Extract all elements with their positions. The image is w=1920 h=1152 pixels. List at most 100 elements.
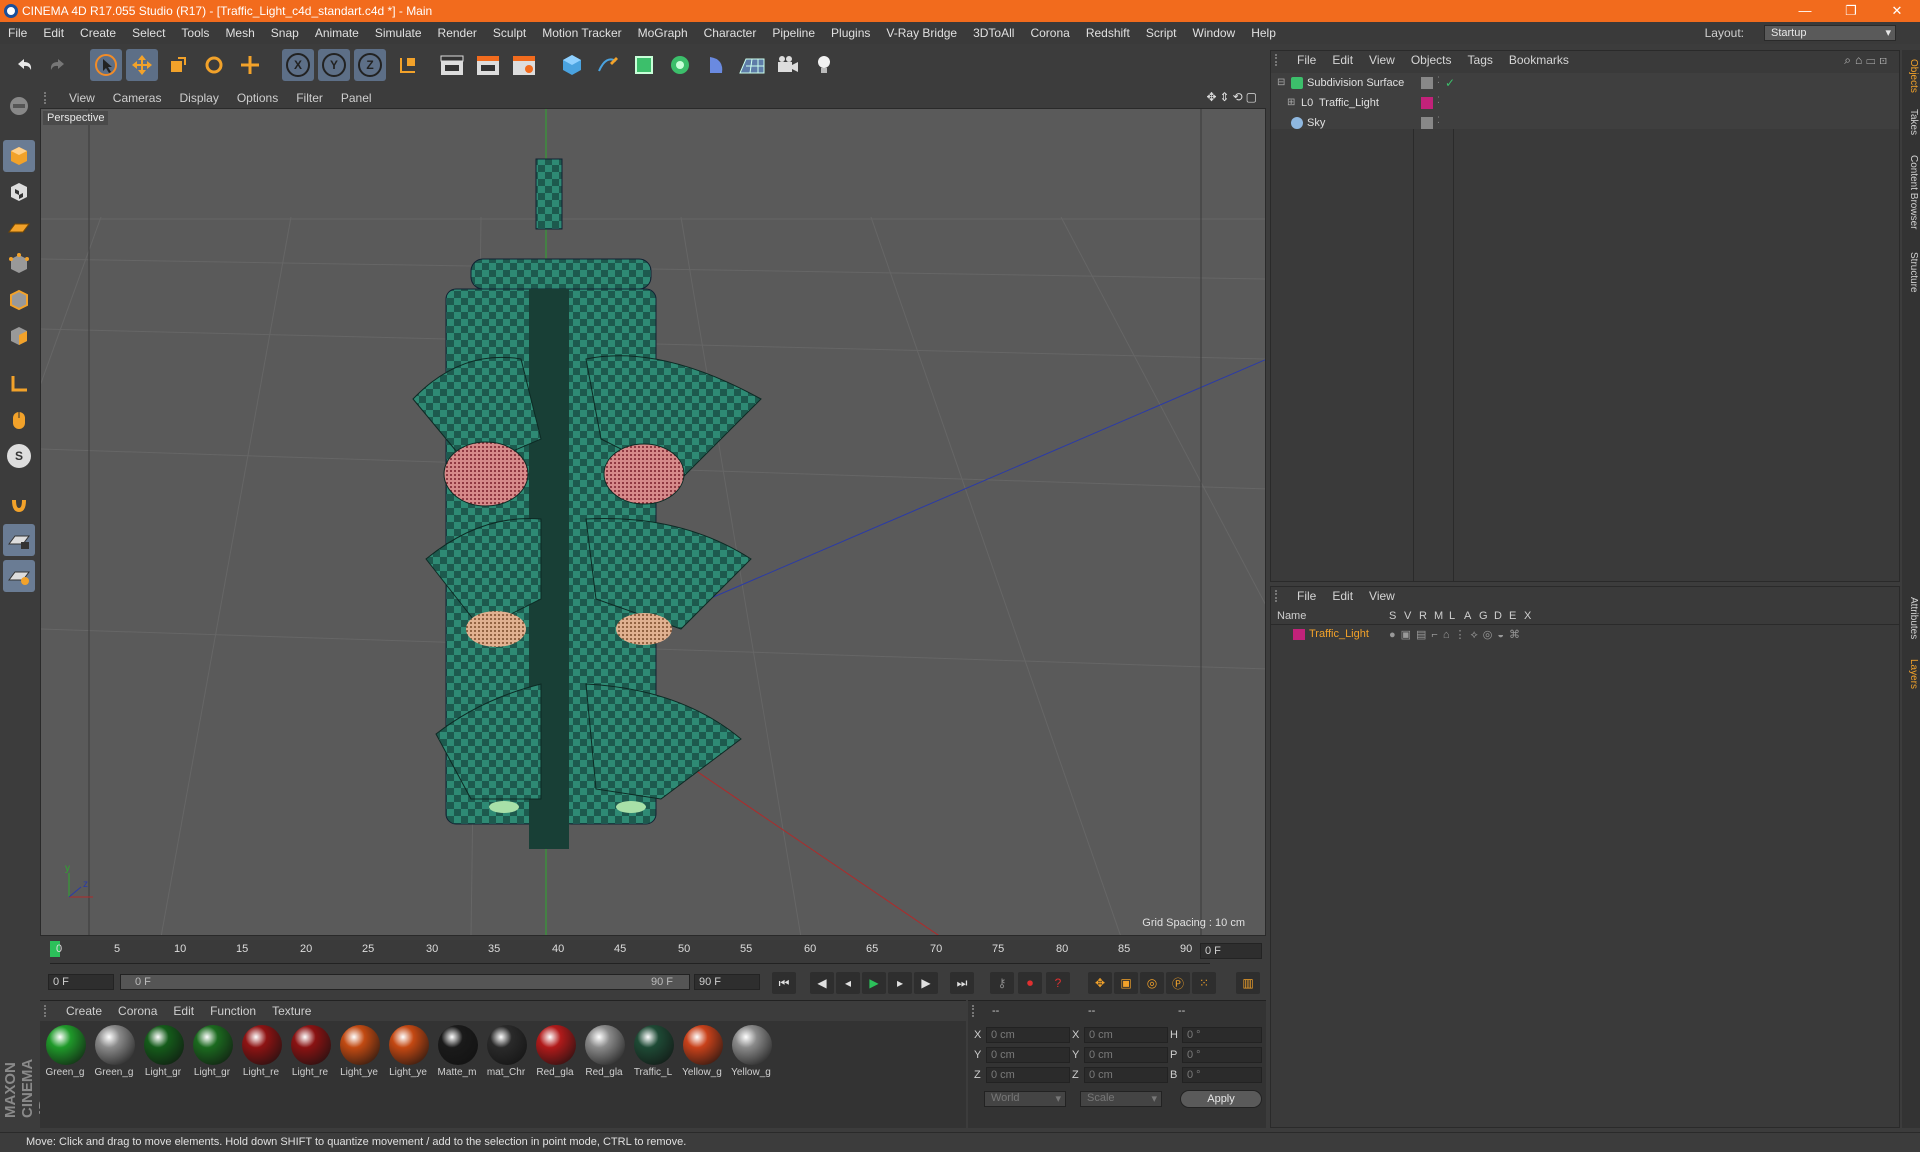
visibility-dots-icon[interactable]: ⁚ xyxy=(1437,95,1440,106)
edges-mode-button[interactable] xyxy=(3,284,35,316)
end-frame-field[interactable]: 90 F xyxy=(694,974,760,990)
material-swatch[interactable]: Light_re xyxy=(238,1023,284,1081)
add-cloner-button[interactable] xyxy=(664,49,696,81)
tab-structure[interactable]: Structure xyxy=(1903,244,1919,300)
workplane-snap-button[interactable] xyxy=(3,560,35,592)
layer-row[interactable]: Traffic_Light ●▣▤⌐⌂⋮⟡◎◒⌘ xyxy=(1271,627,1899,643)
collapse-icon[interactable]: ⊟ xyxy=(1277,77,1285,88)
autokey-button[interactable]: ? xyxy=(1046,972,1070,994)
menu-tools[interactable]: Tools xyxy=(173,26,217,40)
magnet-button[interactable] xyxy=(3,488,35,520)
menu-3dtoall[interactable]: 3DToAll xyxy=(965,26,1022,40)
rotation-b-field[interactable]: 0 ° xyxy=(1182,1067,1262,1083)
object-menu-tags[interactable]: Tags xyxy=(1460,53,1501,67)
viewport-menu-cameras[interactable]: Cameras xyxy=(104,91,171,105)
current-frame-field[interactable]: 0 F xyxy=(1200,943,1262,959)
snapping-button[interactable]: S xyxy=(3,440,35,472)
material-swatch[interactable]: Light_gr xyxy=(140,1023,186,1081)
render-view-button[interactable] xyxy=(436,49,468,81)
layer-menu-view[interactable]: View xyxy=(1361,589,1403,603)
menu-animate[interactable]: Animate xyxy=(307,26,367,40)
menu-file[interactable]: File xyxy=(0,26,35,40)
points-mode-button[interactable] xyxy=(3,248,35,280)
size-z-field[interactable]: 0 cm xyxy=(1084,1067,1168,1083)
axis-x-lock[interactable]: X xyxy=(282,49,314,81)
tab-layers[interactable]: Layers xyxy=(1903,654,1919,694)
add-spline-button[interactable] xyxy=(592,49,624,81)
object-menu-bookmarks[interactable]: Bookmarks xyxy=(1501,53,1577,67)
key-position-button[interactable]: ✥ xyxy=(1088,972,1112,994)
layer-menu-edit[interactable]: Edit xyxy=(1324,589,1361,603)
record-button[interactable]: ⏺ xyxy=(1018,972,1042,994)
3d-viewport[interactable]: yz Perspective Grid Spacing : 10 cm xyxy=(40,108,1266,936)
go-to-end-button[interactable]: ⏭ xyxy=(950,972,974,994)
visibility-dots-icon[interactable]: ⁚ xyxy=(1437,115,1440,126)
menu-snap[interactable]: Snap xyxy=(263,26,307,40)
keyframe-button[interactable]: ⚷ xyxy=(990,972,1014,994)
add-cube-button[interactable] xyxy=(556,49,588,81)
material-swatch[interactable]: Red_gla xyxy=(581,1023,627,1081)
minimize-button[interactable]: — xyxy=(1782,0,1828,22)
viewport-menu-options[interactable]: Options xyxy=(228,91,287,105)
material-swatch[interactable]: Light_gr xyxy=(189,1023,235,1081)
object-menu-edit[interactable]: Edit xyxy=(1324,53,1361,67)
tab-objects[interactable]: Objects xyxy=(1903,54,1919,98)
tab-takes[interactable]: Takes xyxy=(1903,104,1919,140)
polygons-mode-button[interactable] xyxy=(3,320,35,352)
undo-button[interactable] xyxy=(8,49,40,81)
menu-sculpt[interactable]: Sculpt xyxy=(485,26,534,40)
frame-range-slider[interactable]: 0 F 90 F xyxy=(120,974,690,990)
material-swatch[interactable]: Light_re xyxy=(287,1023,333,1081)
go-to-start-button[interactable]: ⏮ xyxy=(772,972,796,994)
add-subdivision-button[interactable] xyxy=(628,49,660,81)
menu-mograph[interactable]: MoGraph xyxy=(630,26,696,40)
key-point-level-button[interactable]: ⁙ xyxy=(1192,972,1216,994)
axis-mode-button[interactable] xyxy=(3,368,35,400)
material-menu-corona[interactable]: Corona xyxy=(110,1004,165,1018)
layer-swatch-icon[interactable] xyxy=(1421,117,1433,129)
enabled-check-icon[interactable]: ✓ xyxy=(1445,76,1455,90)
menu-create[interactable]: Create xyxy=(72,26,124,40)
recent-tool[interactable] xyxy=(234,49,266,81)
object-menu-objects[interactable]: Objects xyxy=(1403,53,1460,67)
add-camera-button[interactable] xyxy=(772,49,804,81)
texture-mode-button[interactable] xyxy=(3,176,35,208)
position-y-field[interactable]: 0 cm xyxy=(986,1047,1070,1063)
traffic-light-model[interactable] xyxy=(412,158,762,849)
material-menu-create[interactable]: Create xyxy=(58,1004,110,1018)
apply-button[interactable]: Apply xyxy=(1180,1090,1262,1108)
visibility-dots-icon[interactable]: ⁚ xyxy=(1437,75,1440,86)
object-menu-file[interactable]: File xyxy=(1289,53,1324,67)
size-x-field[interactable]: 0 cm xyxy=(1084,1027,1168,1043)
menu-select[interactable]: Select xyxy=(124,26,173,40)
layout-select[interactable]: Startup ▾ xyxy=(1764,25,1896,41)
material-swatch[interactable]: Green_g xyxy=(42,1023,88,1081)
menu-redshift[interactable]: Redshift xyxy=(1078,26,1138,40)
menu-simulate[interactable]: Simulate xyxy=(367,26,430,40)
key-parameter-button[interactable]: Ⓟ xyxy=(1166,972,1190,994)
material-swatch[interactable]: Green_g xyxy=(91,1023,137,1081)
layer-name[interactable]: Traffic_Light xyxy=(1309,628,1369,640)
material-swatch[interactable]: Light_ye xyxy=(336,1023,382,1081)
position-z-field[interactable]: 0 cm xyxy=(986,1067,1070,1083)
object-menu-view[interactable]: View xyxy=(1361,53,1403,67)
restore-button[interactable]: ❐ xyxy=(1828,0,1874,22)
next-key-button[interactable]: ▶ xyxy=(914,972,938,994)
viewport-camera-label[interactable]: Perspective xyxy=(43,111,109,125)
viewport-nav-icons[interactable]: ✥⇕⟲▢ xyxy=(1206,90,1260,104)
expand-icon[interactable]: ⊞ xyxy=(1287,97,1295,108)
layer-swatch-icon[interactable] xyxy=(1421,77,1433,89)
model-mode-button[interactable] xyxy=(3,140,35,172)
add-deformer-button[interactable] xyxy=(700,49,732,81)
size-y-field[interactable]: 0 cm xyxy=(1084,1047,1168,1063)
workplane-mode-button[interactable] xyxy=(3,212,35,244)
viewport-menu-filter[interactable]: Filter xyxy=(287,91,332,105)
material-swatch[interactable]: Matte_m xyxy=(434,1023,480,1081)
layer-color-swatch[interactable] xyxy=(1293,629,1305,640)
coordinate-system-button[interactable] xyxy=(392,49,424,81)
move-tool[interactable] xyxy=(126,49,158,81)
key-scale-button[interactable]: ▣ xyxy=(1114,972,1138,994)
rotation-h-field[interactable]: 0 ° xyxy=(1182,1027,1262,1043)
start-frame-field[interactable]: 0 F xyxy=(48,974,114,990)
previous-key-button[interactable]: ◀ xyxy=(810,972,834,994)
